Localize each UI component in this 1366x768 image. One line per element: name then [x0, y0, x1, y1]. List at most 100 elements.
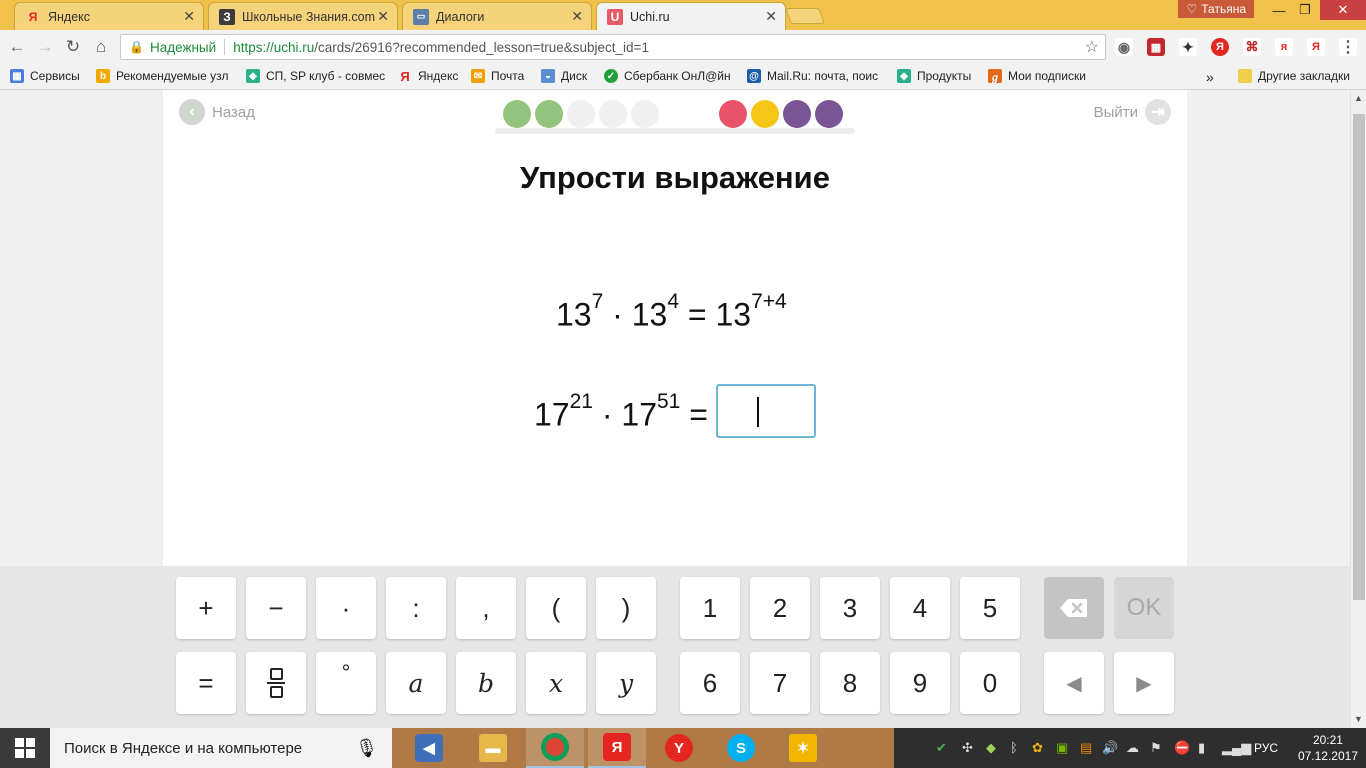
bookmark-disk[interactable]: ◒ Диск — [541, 69, 587, 83]
bookmark-recommended[interactable]: b Рекомендуемые узл — [96, 69, 229, 83]
key-2[interactable]: 2 — [750, 577, 810, 639]
bookmark-sberbank[interactable]: ✓ Сбербанк ОнЛ@йн — [604, 69, 731, 83]
no-network-icon[interactable]: ⛔ — [1174, 740, 1190, 756]
restore-button[interactable]: ❐ — [1288, 0, 1322, 20]
windows-logo-icon — [15, 738, 35, 758]
eye-icon[interactable]: ◉ — [1115, 38, 1133, 56]
key-6[interactable]: 6 — [680, 652, 740, 714]
key-1[interactable]: 1 — [680, 577, 740, 639]
cursor-left-button[interactable]: ◀ — [1044, 652, 1104, 714]
key-5[interactable]: 5 — [960, 577, 1020, 639]
bookmark-yandex[interactable]: Я Яндекс — [398, 69, 458, 84]
taskbar-yandex-browser[interactable]: Y — [650, 728, 708, 768]
key-3[interactable]: 3 — [820, 577, 880, 639]
yandex-extension-icon[interactable]: Я — [1211, 38, 1229, 56]
taskbar-app-star[interactable]: ✶ — [774, 728, 832, 768]
check-icon[interactable]: ✔ — [936, 740, 947, 756]
nvidia-icon[interactable]: ▣ — [1056, 740, 1068, 756]
back-arrow-icon[interactable]: ← — [6, 36, 28, 58]
calendar-extension-icon[interactable]: ▦ — [1147, 38, 1165, 56]
key-degree[interactable]: ° — [316, 652, 376, 714]
key-open-paren[interactable]: ( — [526, 577, 586, 639]
tab-yandex[interactable]: Я Яндекс ✕ — [14, 2, 204, 30]
signal-icon[interactable]: ▂▄▆ — [1222, 740, 1251, 756]
bookmark-products[interactable]: ◆ Продукты — [897, 69, 971, 83]
key-fraction[interactable] — [246, 652, 306, 714]
key-8[interactable]: 8 — [820, 652, 880, 714]
key-equals[interactable]: = — [176, 652, 236, 714]
close-icon[interactable]: ✕ — [183, 8, 195, 25]
bookmark-subscriptions[interactable]: ℊ Мои подписки — [988, 69, 1086, 84]
key-0[interactable]: 0 — [960, 652, 1020, 714]
reload-icon[interactable]: ↻ — [62, 36, 84, 58]
taskbar-chrome[interactable] — [526, 728, 584, 768]
gear-app-icon[interactable]: ✿ — [1032, 740, 1043, 756]
close-icon[interactable]: ✕ — [377, 8, 389, 25]
taskbar-search[interactable]: Поиск в Яндексе и на компьютере 🎙 — [50, 728, 392, 768]
key-minus[interactable]: − — [246, 577, 306, 639]
yandex-small-icon-2[interactable]: Я — [1307, 38, 1325, 56]
bookmark-mail[interactable]: ✉ Почта — [471, 69, 524, 83]
evernote-icon[interactable]: ◆ — [986, 740, 996, 756]
back-button[interactable]: ‹ Назад — [179, 99, 255, 125]
key-b[interactable]: b — [456, 652, 516, 714]
scroll-down-icon[interactable]: ▼ — [1354, 714, 1363, 724]
taskbar-skype[interactable]: S — [712, 728, 770, 768]
tab-uchi[interactable]: U Uchi.ru ✕ — [596, 2, 786, 30]
battery-icon[interactable]: ▮ — [1198, 740, 1205, 756]
key-plus[interactable]: + — [176, 577, 236, 639]
key-a[interactable]: a — [386, 652, 446, 714]
bookmark-mailru[interactable]: @ Mail.Ru: почта, поис — [747, 69, 878, 83]
input-language[interactable]: РУС — [1254, 741, 1278, 755]
scroll-up-icon[interactable]: ▲ — [1354, 93, 1363, 103]
address-bar[interactable]: 🔒 Надежный https://uchi.ru /cards/26916?… — [120, 34, 1106, 60]
clock[interactable]: 20:21 07.12.2017 — [1298, 732, 1358, 764]
taskbar-yandex[interactable]: Я — [588, 728, 646, 768]
bookmark-sp-club[interactable]: ◆ СП, SP клуб - совмес — [246, 69, 385, 83]
volume-icon[interactable]: 🔊 — [1102, 740, 1118, 756]
page-scrollbar[interactable]: ▲ ▼ — [1350, 90, 1366, 728]
forward-arrow-icon[interactable]: → — [34, 36, 56, 58]
taskbar-volume-app[interactable]: ◀ — [400, 728, 458, 768]
flag-icon[interactable]: ⚑ — [1150, 740, 1162, 756]
puzzle-icon[interactable]: ✦ — [1179, 38, 1197, 56]
yandex-small-icon[interactable]: я — [1275, 38, 1293, 56]
mail-icon: ✉ — [471, 69, 485, 83]
tab-znania[interactable]: З Школьные Знания.com ✕ — [208, 2, 398, 30]
ok-button[interactable]: OK — [1114, 577, 1174, 639]
new-tab-button[interactable] — [785, 8, 825, 24]
key-7[interactable]: 7 — [750, 652, 810, 714]
key-multiply[interactable]: · — [316, 577, 376, 639]
key-x[interactable]: x — [526, 652, 586, 714]
cloud-icon[interactable]: ☁ — [1126, 740, 1139, 756]
key-y[interactable]: y — [596, 652, 656, 714]
close-icon[interactable]: ✕ — [765, 8, 777, 25]
app-icon[interactable]: ▤ — [1080, 740, 1092, 756]
scroll-thumb[interactable] — [1353, 114, 1365, 600]
bookmark-star-icon[interactable]: ☆ — [1085, 37, 1099, 57]
key-comma[interactable]: , — [456, 577, 516, 639]
taskbar-explorer[interactable]: ▬ — [464, 728, 522, 768]
start-button[interactable] — [0, 728, 50, 768]
backspace-button[interactable] — [1044, 577, 1104, 639]
answer-input[interactable] — [716, 384, 816, 438]
profile-button[interactable]: ♡ Татьяна — [1178, 0, 1254, 18]
other-bookmarks-folder[interactable]: Другие закладки — [1238, 69, 1350, 83]
cursor-right-button[interactable]: ▶ — [1114, 652, 1174, 714]
key-4[interactable]: 4 — [890, 577, 950, 639]
home-icon[interactable]: ⌂ — [90, 36, 112, 58]
key-divide[interactable]: : — [386, 577, 446, 639]
tab-dialogs[interactable]: ▭ Диалоги ✕ — [402, 2, 592, 30]
pdf-icon[interactable]: ⌘ — [1243, 38, 1261, 56]
bluetooth-icon[interactable]: ᛒ — [1010, 740, 1018, 755]
more-bookmarks-button[interactable]: » — [1206, 69, 1214, 85]
close-icon[interactable]: ✕ — [571, 8, 583, 25]
close-window-button[interactable]: ✕ — [1320, 0, 1366, 20]
exit-button[interactable]: Выйти ⇥ — [1094, 99, 1171, 125]
microphone-icon[interactable]: 🎙 — [355, 738, 378, 759]
key-9[interactable]: 9 — [890, 652, 950, 714]
key-close-paren[interactable]: ) — [596, 577, 656, 639]
menu-icon[interactable]: ⋮ — [1339, 38, 1357, 56]
bookmark-services[interactable]: ▦ Сервисы — [10, 69, 80, 83]
network-app-icon[interactable]: ✣ — [962, 740, 973, 756]
